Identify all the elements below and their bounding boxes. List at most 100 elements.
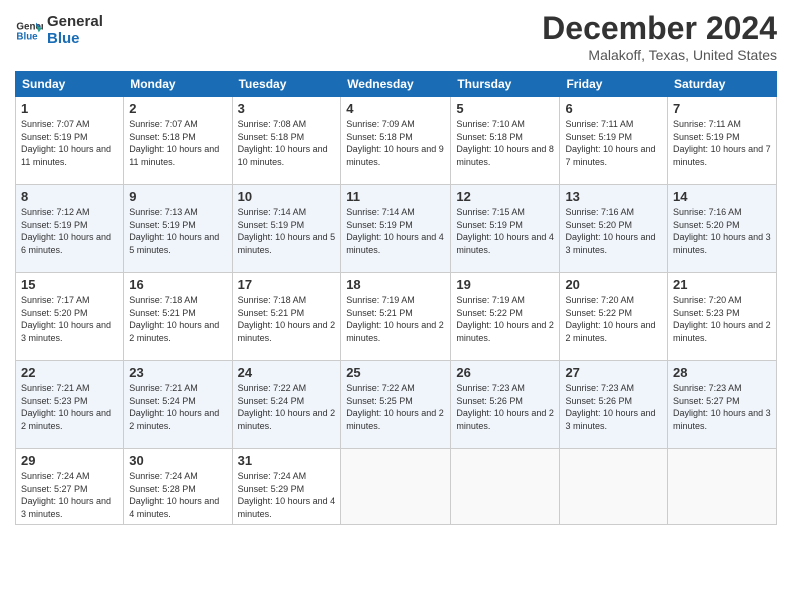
day-info: Sunrise: 7:22 AM Sunset: 5:25 PM Dayligh… [346, 382, 445, 432]
header-monday: Monday [124, 72, 232, 97]
calendar-cell: 10 Sunrise: 7:14 AM Sunset: 5:19 PM Dayl… [232, 185, 341, 273]
calendar-cell: 24 Sunrise: 7:22 AM Sunset: 5:24 PM Dayl… [232, 361, 341, 449]
logo-line1: General [47, 14, 103, 31]
day-number: 5 [456, 101, 554, 116]
header-friday: Friday [560, 72, 668, 97]
day-number: 16 [129, 277, 226, 292]
calendar-cell: 23 Sunrise: 7:21 AM Sunset: 5:24 PM Dayl… [124, 361, 232, 449]
calendar-cell: 12 Sunrise: 7:15 AM Sunset: 5:19 PM Dayl… [451, 185, 560, 273]
calendar-cell [451, 449, 560, 525]
day-info: Sunrise: 7:16 AM Sunset: 5:20 PM Dayligh… [673, 206, 771, 256]
calendar-cell: 30 Sunrise: 7:24 AM Sunset: 5:28 PM Dayl… [124, 449, 232, 525]
day-number: 26 [456, 365, 554, 380]
day-info: Sunrise: 7:19 AM Sunset: 5:22 PM Dayligh… [456, 294, 554, 344]
calendar-table: Sunday Monday Tuesday Wednesday Thursday… [15, 71, 777, 525]
day-info: Sunrise: 7:11 AM Sunset: 5:19 PM Dayligh… [673, 118, 771, 168]
calendar-cell: 4 Sunrise: 7:09 AM Sunset: 5:18 PM Dayli… [341, 97, 451, 185]
day-number: 9 [129, 189, 226, 204]
month-title: December 2024 [542, 10, 777, 47]
calendar-cell: 28 Sunrise: 7:23 AM Sunset: 5:27 PM Dayl… [668, 361, 777, 449]
header-saturday: Saturday [668, 72, 777, 97]
day-number: 10 [238, 189, 336, 204]
day-number: 4 [346, 101, 445, 116]
calendar-cell: 27 Sunrise: 7:23 AM Sunset: 5:26 PM Dayl… [560, 361, 668, 449]
day-number: 13 [565, 189, 662, 204]
calendar-cell: 31 Sunrise: 7:24 AM Sunset: 5:29 PM Dayl… [232, 449, 341, 525]
calendar-cell: 7 Sunrise: 7:11 AM Sunset: 5:19 PM Dayli… [668, 97, 777, 185]
calendar-cell: 25 Sunrise: 7:22 AM Sunset: 5:25 PM Dayl… [341, 361, 451, 449]
day-info: Sunrise: 7:16 AM Sunset: 5:20 PM Dayligh… [565, 206, 662, 256]
day-number: 19 [456, 277, 554, 292]
logo: General Blue General Blue [15, 14, 103, 47]
calendar-cell: 16 Sunrise: 7:18 AM Sunset: 5:21 PM Dayl… [124, 273, 232, 361]
day-info: Sunrise: 7:20 AM Sunset: 5:22 PM Dayligh… [565, 294, 662, 344]
day-info: Sunrise: 7:14 AM Sunset: 5:19 PM Dayligh… [238, 206, 336, 256]
header-thursday: Thursday [451, 72, 560, 97]
day-number: 2 [129, 101, 226, 116]
calendar-cell [668, 449, 777, 525]
calendar-cell: 17 Sunrise: 7:18 AM Sunset: 5:21 PM Dayl… [232, 273, 341, 361]
calendar-cell [341, 449, 451, 525]
day-number: 25 [346, 365, 445, 380]
calendar-week-row: 1 Sunrise: 7:07 AM Sunset: 5:19 PM Dayli… [16, 97, 777, 185]
day-number: 27 [565, 365, 662, 380]
day-info: Sunrise: 7:14 AM Sunset: 5:19 PM Dayligh… [346, 206, 445, 256]
day-info: Sunrise: 7:21 AM Sunset: 5:23 PM Dayligh… [21, 382, 118, 432]
calendar-cell: 2 Sunrise: 7:07 AM Sunset: 5:18 PM Dayli… [124, 97, 232, 185]
day-number: 17 [238, 277, 336, 292]
day-number: 28 [673, 365, 771, 380]
day-info: Sunrise: 7:11 AM Sunset: 5:19 PM Dayligh… [565, 118, 662, 168]
calendar-week-row: 8 Sunrise: 7:12 AM Sunset: 5:19 PM Dayli… [16, 185, 777, 273]
day-number: 29 [21, 453, 118, 468]
calendar-cell: 8 Sunrise: 7:12 AM Sunset: 5:19 PM Dayli… [16, 185, 124, 273]
day-number: 31 [238, 453, 336, 468]
day-number: 22 [21, 365, 118, 380]
calendar-cell: 18 Sunrise: 7:19 AM Sunset: 5:21 PM Dayl… [341, 273, 451, 361]
day-info: Sunrise: 7:24 AM Sunset: 5:28 PM Dayligh… [129, 470, 226, 520]
day-number: 15 [21, 277, 118, 292]
day-info: Sunrise: 7:24 AM Sunset: 5:29 PM Dayligh… [238, 470, 336, 520]
day-info: Sunrise: 7:20 AM Sunset: 5:23 PM Dayligh… [673, 294, 771, 344]
header-sunday: Sunday [16, 72, 124, 97]
day-number: 12 [456, 189, 554, 204]
calendar-cell: 14 Sunrise: 7:16 AM Sunset: 5:20 PM Dayl… [668, 185, 777, 273]
calendar-cell: 20 Sunrise: 7:20 AM Sunset: 5:22 PM Dayl… [560, 273, 668, 361]
day-info: Sunrise: 7:15 AM Sunset: 5:19 PM Dayligh… [456, 206, 554, 256]
day-info: Sunrise: 7:13 AM Sunset: 5:19 PM Dayligh… [129, 206, 226, 256]
calendar-cell: 26 Sunrise: 7:23 AM Sunset: 5:26 PM Dayl… [451, 361, 560, 449]
calendar-cell: 9 Sunrise: 7:13 AM Sunset: 5:19 PM Dayli… [124, 185, 232, 273]
day-info: Sunrise: 7:24 AM Sunset: 5:27 PM Dayligh… [21, 470, 118, 520]
day-info: Sunrise: 7:21 AM Sunset: 5:24 PM Dayligh… [129, 382, 226, 432]
day-number: 6 [565, 101, 662, 116]
day-info: Sunrise: 7:08 AM Sunset: 5:18 PM Dayligh… [238, 118, 336, 168]
calendar-cell [560, 449, 668, 525]
calendar-cell: 15 Sunrise: 7:17 AM Sunset: 5:20 PM Dayl… [16, 273, 124, 361]
day-info: Sunrise: 7:10 AM Sunset: 5:18 PM Dayligh… [456, 118, 554, 168]
location: Malakoff, Texas, United States [542, 47, 777, 63]
day-info: Sunrise: 7:23 AM Sunset: 5:26 PM Dayligh… [565, 382, 662, 432]
calendar-week-row: 29 Sunrise: 7:24 AM Sunset: 5:27 PM Dayl… [16, 449, 777, 525]
page-header: General Blue General Blue December 2024 … [15, 10, 777, 63]
calendar-cell: 21 Sunrise: 7:20 AM Sunset: 5:23 PM Dayl… [668, 273, 777, 361]
svg-text:Blue: Blue [16, 31, 38, 42]
header-tuesday: Tuesday [232, 72, 341, 97]
day-info: Sunrise: 7:17 AM Sunset: 5:20 PM Dayligh… [21, 294, 118, 344]
calendar-week-row: 15 Sunrise: 7:17 AM Sunset: 5:20 PM Dayl… [16, 273, 777, 361]
day-number: 23 [129, 365, 226, 380]
day-info: Sunrise: 7:19 AM Sunset: 5:21 PM Dayligh… [346, 294, 445, 344]
calendar-cell: 1 Sunrise: 7:07 AM Sunset: 5:19 PM Dayli… [16, 97, 124, 185]
calendar-cell: 13 Sunrise: 7:16 AM Sunset: 5:20 PM Dayl… [560, 185, 668, 273]
day-number: 11 [346, 189, 445, 204]
calendar-week-row: 22 Sunrise: 7:21 AM Sunset: 5:23 PM Dayl… [16, 361, 777, 449]
day-info: Sunrise: 7:23 AM Sunset: 5:26 PM Dayligh… [456, 382, 554, 432]
calendar-cell: 19 Sunrise: 7:19 AM Sunset: 5:22 PM Dayl… [451, 273, 560, 361]
day-number: 14 [673, 189, 771, 204]
day-info: Sunrise: 7:12 AM Sunset: 5:19 PM Dayligh… [21, 206, 118, 256]
day-number: 24 [238, 365, 336, 380]
calendar-cell: 5 Sunrise: 7:10 AM Sunset: 5:18 PM Dayli… [451, 97, 560, 185]
day-number: 21 [673, 277, 771, 292]
day-info: Sunrise: 7:07 AM Sunset: 5:18 PM Dayligh… [129, 118, 226, 168]
calendar-cell: 22 Sunrise: 7:21 AM Sunset: 5:23 PM Dayl… [16, 361, 124, 449]
calendar-cell: 6 Sunrise: 7:11 AM Sunset: 5:19 PM Dayli… [560, 97, 668, 185]
day-number: 18 [346, 277, 445, 292]
